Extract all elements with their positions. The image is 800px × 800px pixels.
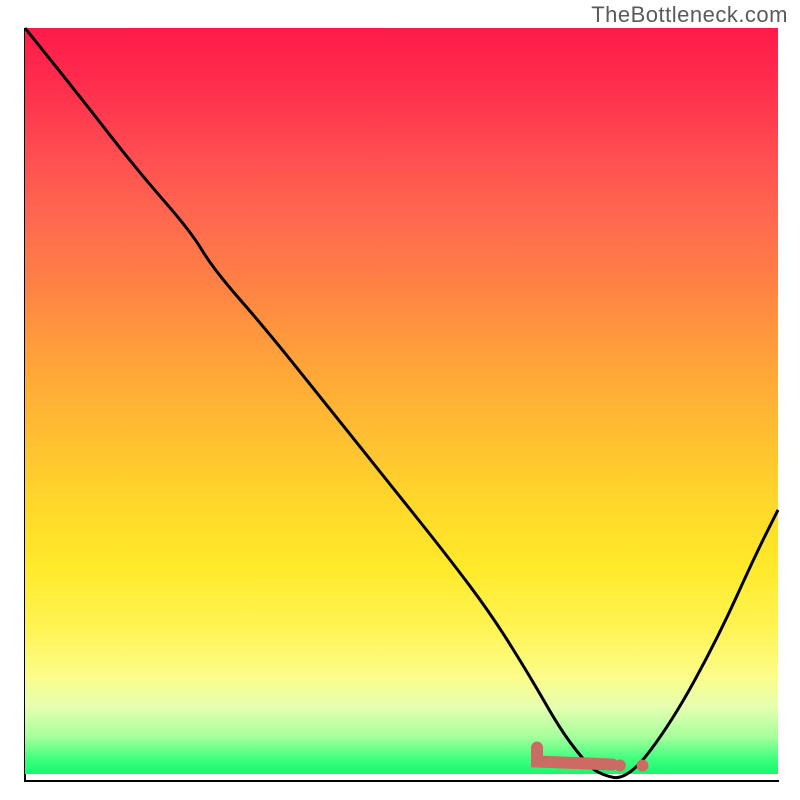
marker-overlay [25,28,778,781]
watermark-label: TheBottleneck.com [591,2,788,28]
optimal-point-2 [636,759,648,771]
optimal-point-1 [614,759,626,771]
plot-area [25,28,778,781]
optimal-range-marker [537,748,612,765]
